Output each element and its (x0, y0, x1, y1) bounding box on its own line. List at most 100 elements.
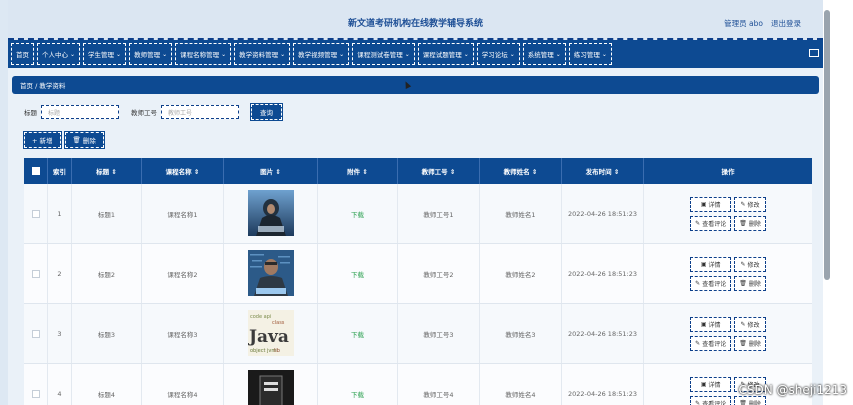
svg-text:object jvm: object jvm (250, 348, 276, 354)
cell-ops: ▣ 详情 ✎ 修改 ✎ 查看评论 🗑 删除 (644, 244, 812, 303)
download-link[interactable]: 下载 (351, 269, 364, 279)
material-thumbnail[interactable] (247, 249, 294, 298)
title-search-input[interactable]: 标题 (41, 105, 119, 119)
chevron-down-icon: ⌄ (463, 50, 469, 58)
fullscreen-icon[interactable] (809, 49, 819, 57)
detail-button[interactable]: ▣ 详情 (690, 316, 732, 332)
cell-time: 2022-04-26 18:51:23 (562, 364, 644, 405)
nav-label: 练习管理 (573, 51, 600, 59)
edit-button[interactable]: ✎ 修改 (734, 316, 766, 332)
cell-image: code api class Java object jvm lib (224, 304, 318, 363)
teacher-no-search-input[interactable]: 教师工号 (161, 105, 239, 119)
delete-button[interactable]: 🗑 删除 (734, 215, 766, 231)
nav-test-papers[interactable]: 课程测试卷管理 ⌄ (352, 43, 415, 65)
col-index: 索引 (48, 158, 72, 184)
scrollbar[interactable] (824, 10, 830, 280)
detail-button[interactable]: ▣ 详情 (690, 196, 732, 212)
nav-label: 学习论坛 (481, 51, 508, 59)
cell-image (224, 244, 318, 303)
detail-label: 详情 (708, 381, 721, 389)
nav-label: 教学视频管理 (298, 51, 338, 59)
detail-icon: ▣ (700, 200, 707, 208)
col-teacher-no[interactable]: 教师工号 ⇕ (398, 158, 480, 184)
nav-materials[interactable]: 教学资料管理 ⌄ (234, 43, 291, 65)
cell-title: 标题4 (72, 364, 142, 405)
app-window: 新文道考研机构在线教学辅导系统 管理员 abo 退出登录 首页 个人中心 ⌄ 学生… (8, 0, 823, 405)
detail-button[interactable]: ▣ 详情 (690, 256, 732, 272)
chevron-down-icon: ⌄ (280, 50, 286, 58)
edit-button[interactable]: ✎ 修改 (734, 196, 766, 212)
material-thumbnail[interactable]: code api class Java object jvm lib (247, 309, 294, 358)
delete-button[interactable]: 🗑 删除 (734, 335, 766, 351)
view-comments-label: 查看评论 (702, 220, 727, 228)
nav-course-names[interactable]: 课程名称管理 ⌄ (175, 43, 232, 65)
nav-students[interactable]: 学生管理 ⌄ (83, 43, 127, 65)
col-course[interactable]: 课程名称 ⇕ (142, 158, 224, 184)
chevron-down-icon: ⌄ (601, 50, 607, 58)
table-row: 1 标题1 课程名称1 下载 教师工号1 教师姓名1 2022-04-26 18:51:23… (24, 184, 812, 244)
table-row: 2 标题2 课程名称2 下载 教师工号2 教师姓名2 2022-04-26 18:51:23… (24, 244, 812, 304)
view-comments-button[interactable]: ✎ 查看评论 (690, 335, 732, 351)
col-time[interactable]: 发布时间 ⇕ (562, 158, 644, 184)
detail-button[interactable]: ▣ 详情 (690, 376, 732, 392)
row-checkbox[interactable] (31, 329, 40, 338)
nav-teachers[interactable]: 教师管理 ⌄ (129, 43, 173, 65)
logout-link[interactable]: 退出登录 (771, 18, 801, 29)
download-link[interactable]: 下载 (351, 329, 364, 339)
cell-index: 1 (48, 184, 72, 243)
teacher-no-label: 教师工号 (131, 109, 157, 117)
nav-videos[interactable]: 教学视频管理 ⌄ (293, 43, 350, 65)
nav-label: 课程试题管理 (422, 51, 462, 59)
nav-label: 首页 (16, 51, 29, 59)
detail-icon: ▣ (700, 320, 707, 328)
chevron-down-icon: ⌄ (404, 50, 410, 58)
nav-home[interactable]: 首页 (11, 43, 34, 65)
batch-delete-button[interactable]: 🗑 删除 (63, 131, 105, 149)
delete-label: 删除 (748, 340, 761, 348)
view-comments-button[interactable]: ✎ 查看评论 (690, 395, 732, 405)
material-thumbnail[interactable] (247, 189, 294, 238)
detail-icon: ▣ (700, 260, 707, 268)
delete-button[interactable]: 🗑 删除 (734, 275, 766, 291)
download-link[interactable]: 下载 (351, 389, 364, 399)
edit-icon: ✎ (740, 200, 746, 208)
cell-attachment: 下载 (318, 184, 398, 243)
nav-practice[interactable]: 练习管理 ⌄ (568, 43, 612, 65)
row-checkbox[interactable] (31, 269, 40, 278)
row-checkbox[interactable] (31, 209, 40, 218)
table-row: 4 标题4 课程名称4 下载 教师工号4 教师姓名4 2022-04-26 18:51:23… (24, 364, 812, 405)
edit-button[interactable]: ✎ 修改 (734, 256, 766, 272)
cell-ops: ▣ 详情 ✎ 修改 ✎ 查看评论 🗑 删除 (644, 304, 812, 363)
download-link[interactable]: 下载 (351, 209, 364, 219)
select-all-checkbox[interactable] (31, 167, 40, 175)
edit-label: 修改 (747, 321, 760, 329)
nav-label: 系统管理 (527, 51, 554, 59)
nav-forum[interactable]: 学习论坛 ⌄ (476, 43, 520, 65)
nav-label: 课程测试卷管理 (357, 51, 403, 59)
row-select-cell (24, 244, 48, 303)
table-row: 3 标题3 课程名称3 code api class Java object jvm lib 下… (24, 304, 812, 364)
col-attachment[interactable]: 附件 ⇕ (318, 158, 398, 184)
row-checkbox[interactable] (31, 389, 40, 398)
nav-label: 教师管理 (134, 51, 161, 59)
nav-system[interactable]: 系统管理 ⌄ (522, 43, 566, 65)
view-comments-label: 查看评论 (702, 280, 727, 288)
material-thumbnail[interactable] (247, 369, 294, 405)
view-comments-button[interactable]: ✎ 查看评论 (690, 275, 732, 291)
col-title[interactable]: 标题 ⇕ (72, 158, 142, 184)
cell-teacher-no: 教师工号1 (398, 184, 480, 243)
cell-course: 课程名称1 (142, 184, 224, 243)
chevron-down-icon: ⌄ (509, 50, 515, 58)
edit-label: 修改 (747, 261, 760, 269)
cell-teacher-no: 教师工号4 (398, 364, 480, 405)
trash-icon: 🗑 (739, 219, 747, 227)
col-image[interactable]: 图片 ⇕ (224, 158, 318, 184)
detail-label: 详情 (708, 261, 721, 269)
nav-questions[interactable]: 课程试题管理 ⌄ (417, 43, 474, 65)
search-button[interactable]: 查询 (250, 103, 283, 121)
cell-teacher-no: 教师工号2 (398, 244, 480, 303)
nav-personal[interactable]: 个人中心 ⌄ (37, 43, 81, 65)
add-button[interactable]: + 新增 (23, 131, 62, 149)
view-comments-button[interactable]: ✎ 查看评论 (690, 215, 732, 231)
col-teacher-name[interactable]: 教师姓名 ⇕ (480, 158, 562, 184)
